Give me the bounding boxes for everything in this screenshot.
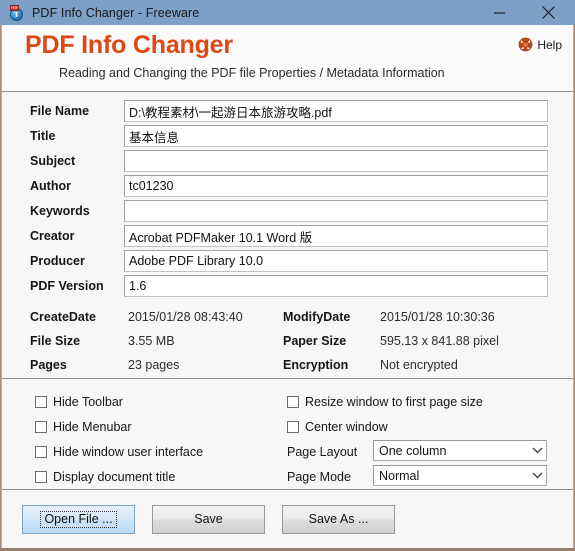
save-as-button[interactable]: Save As ... (282, 505, 395, 534)
close-button[interactable] (526, 0, 571, 25)
chevron-down-icon (528, 472, 546, 479)
label-creator: Creator (30, 229, 75, 243)
label-paper-size: Paper Size (283, 334, 347, 348)
label-subject: Subject (30, 154, 76, 168)
checkbox-label: Resize window to first page size (305, 395, 483, 409)
input-title[interactable] (124, 125, 548, 147)
label-page-mode: Page Mode (287, 470, 351, 484)
input-pdf-version[interactable] (124, 275, 548, 297)
label-modify-date: ModifyDate (283, 310, 351, 324)
label-encryption: Encryption (283, 358, 349, 372)
input-subject[interactable] (124, 150, 548, 172)
field-row-pdf-version: PDF Version (2, 275, 573, 300)
checkbox-label: Hide Toolbar (53, 395, 123, 409)
minimize-button[interactable] (477, 0, 522, 25)
field-row-producer: Producer (2, 250, 573, 275)
metadata-form: File Name Title Subject Author Keywords … (2, 92, 573, 378)
window-title: PDF Info Changer - Freeware (32, 5, 200, 20)
label-page-layout: Page Layout (287, 445, 358, 459)
minimize-icon (494, 12, 505, 14)
chevron-down-icon (528, 447, 546, 454)
label-title: Title (30, 129, 56, 143)
checkbox-label: Center window (305, 420, 388, 434)
checkbox-hide-window-user-interface[interactable]: Hide window user interface (35, 445, 203, 459)
pdf-info-changer-window: i PDF PDF Info Changer - Freeware PDF In… (0, 0, 575, 551)
value-paper-size: 595.13 x 841.88 pixel (380, 334, 499, 348)
window-frame-left (0, 25, 2, 551)
open-file-button-label: Open File ... (40, 511, 117, 528)
field-row-creator: Creator (2, 225, 573, 250)
select-page-layout[interactable]: One column (373, 440, 547, 461)
help-label: Help (537, 37, 562, 52)
checkbox-box (35, 396, 47, 408)
checkbox-box (287, 421, 299, 433)
page-subtitle: Reading and Changing the PDF file Proper… (59, 66, 445, 80)
input-author[interactable] (124, 175, 548, 197)
label-pdf-version: PDF Version (30, 279, 104, 293)
help-button[interactable]: Help (518, 37, 562, 52)
value-file-size: 3.55 MB (128, 334, 175, 348)
value-create-date: 2015/01/28 08:43:40 (128, 310, 243, 324)
close-icon (542, 6, 555, 19)
input-producer[interactable] (124, 250, 548, 272)
checkbox-hide-toolbar[interactable]: Hide Toolbar (35, 395, 123, 409)
checkbox-label: Hide window user interface (53, 445, 204, 459)
label-file-name: File Name (30, 104, 90, 118)
save-as-button-label: Save As ... (308, 512, 369, 526)
title-bar: i PDF PDF Info Changer - Freeware (0, 0, 575, 25)
checkbox-box (35, 446, 47, 458)
label-create-date: CreateDate (30, 310, 97, 324)
label-file-size: File Size (30, 334, 81, 348)
button-bar: Open File ... Save Save As ... (2, 490, 573, 548)
field-row-file-name: File Name (2, 100, 573, 125)
input-keywords[interactable] (124, 200, 548, 222)
value-encryption: Not encrypted (380, 358, 458, 372)
select-page-mode-value: Normal (379, 468, 420, 483)
input-creator[interactable] (124, 225, 548, 247)
label-pages: Pages (30, 358, 67, 372)
checkbox-box (35, 421, 47, 433)
checkbox-resize-window-to-first-page-size[interactable]: Resize window to first page size (287, 395, 483, 409)
page-title: PDF Info Changer (25, 31, 233, 59)
save-button[interactable]: Save (152, 505, 265, 534)
field-row-title: Title (2, 125, 573, 150)
select-page-layout-value: One column (379, 443, 447, 458)
lifebuoy-icon (518, 37, 533, 52)
field-row-author: Author (2, 175, 573, 200)
open-file-button[interactable]: Open File ... (22, 505, 135, 534)
field-row-subject: Subject (2, 150, 573, 175)
header-band: PDF Info Changer Reading and Changing th… (2, 25, 573, 91)
label-author: Author (30, 179, 71, 193)
label-keywords: Keywords (30, 204, 90, 218)
label-producer: Producer (30, 254, 85, 268)
checkbox-label: Hide Menubar (53, 420, 132, 434)
checkbox-label: Display document title (53, 470, 176, 484)
save-button-label: Save (194, 512, 223, 526)
checkbox-hide-menubar[interactable]: Hide Menubar (35, 420, 132, 434)
checkbox-box (35, 471, 47, 483)
value-pages: 23 pages (128, 358, 180, 372)
value-modify-date: 2015/01/28 10:30:36 (380, 310, 495, 324)
checkbox-center-window[interactable]: Center window (287, 420, 388, 434)
app-icon: i PDF (9, 4, 25, 21)
checkbox-box (287, 396, 299, 408)
select-page-mode[interactable]: Normal (373, 465, 547, 486)
field-row-keywords: Keywords (2, 200, 573, 225)
checkbox-display-document-title[interactable]: Display document title (35, 470, 175, 484)
input-file-name[interactable] (124, 100, 548, 122)
viewer-options-panel: Hide Toolbar Hide Menubar Hide window us… (2, 379, 573, 489)
pdf-badge: PDF (10, 4, 19, 11)
